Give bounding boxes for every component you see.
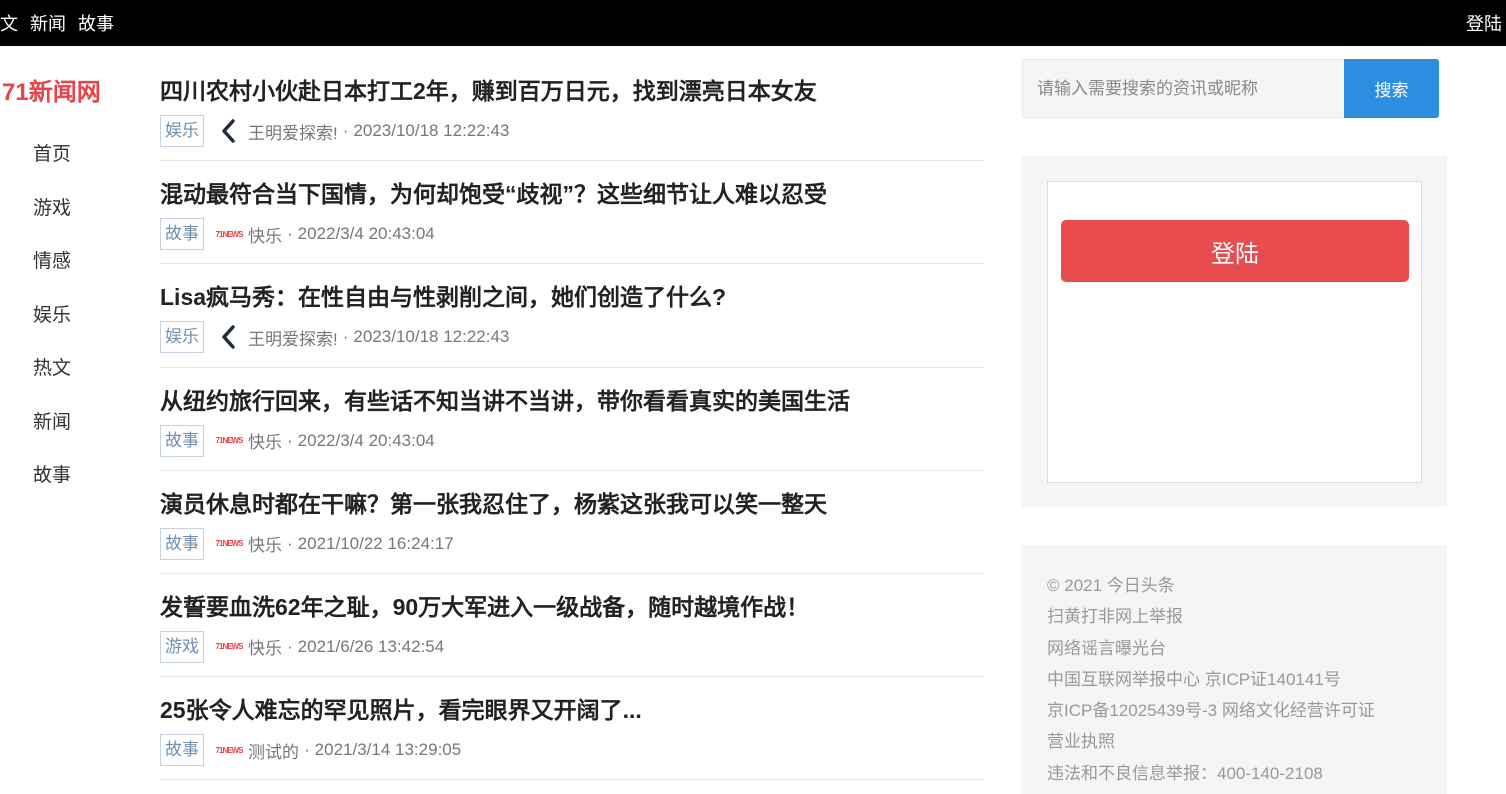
publish-time: 2021/6/26 13:42:54: [297, 636, 445, 656]
site-logo-icon[interactable]: 71NEWS: [216, 430, 244, 452]
chevron-left-icon[interactable]: [218, 119, 240, 143]
article-title[interactable]: 25张令人难忘的罕见照片，看完眼界又开阔了...: [160, 691, 642, 725]
footer-report-phone: 违法和不良信息举报：400-140-2108: [1047, 763, 1323, 783]
sidebar-item-entertainment[interactable]: 娱乐: [33, 300, 71, 354]
article-item: 25张令人难忘的罕见照片，看完眼界又开阔了... 故事 71NEWS 测试的 ·…: [160, 677, 985, 781]
article-meta: 故事 71NEWS 测试的 · 2021/3/14 13:29:05: [160, 734, 462, 767]
publish-time: 2023/10/18 12:22:43: [353, 121, 510, 140]
article-meta: 娱乐 王明爱探索! · 2023/10/18 12:22:43: [160, 115, 509, 147]
category-tag[interactable]: 娱乐: [160, 321, 204, 354]
sidebar-item-games[interactable]: 游戏: [33, 193, 71, 247]
publish-time: 2023/10/18 12:22:43: [353, 327, 510, 347]
category-tag[interactable]: 故事: [160, 734, 204, 767]
article-title[interactable]: 混动最符合当下国情，为何却饱受“歧视”？这些细节让人难以忍受: [160, 175, 827, 209]
article-feed: 四川农村小伙赴日本打工2年，赚到百万日元，找到漂亮日本女友 娱乐 王明爱探索! …: [160, 58, 985, 781]
meta-separator: ·: [342, 121, 349, 140]
site-logo-icon[interactable]: 71NEWS: [216, 636, 244, 658]
footer-link-icp[interactable]: 中国互联网举报中心 京ICP证140141号: [1047, 665, 1422, 696]
article-item: Lisa疯马秀：在性自由与性剥削之间，她们创造了什么? 娱乐 王明爱探索! · …: [160, 264, 985, 368]
site-logo-icon[interactable]: 71NEWS: [216, 739, 244, 761]
search-bar: 搜索: [1022, 59, 1439, 118]
publish-time: 2022/3/4 20:43:04: [297, 430, 435, 450]
article-title[interactable]: 从纽约旅行回来，有些话不知当讲不当讲，带你看看真实的美国生活: [160, 382, 850, 416]
article-title[interactable]: 演员休息时都在干嘛？第一张我忍住了，杨紫这张我可以笑一整天: [160, 485, 827, 519]
login-panel: 登陆: [1022, 156, 1447, 507]
top-login-link[interactable]: 登陆: [1466, 10, 1502, 36]
search-button[interactable]: 搜索: [1344, 59, 1439, 118]
article-title[interactable]: 发誓要血洗62年之耻，90万大军进入一级战备，随时越境作战！: [160, 588, 809, 622]
article-item: 演员休息时都在干嘛？第一张我忍住了，杨紫这张我可以笑一整天 故事 71NEWS …: [160, 471, 985, 574]
top-bar: 文 新闻 故事 登陆: [0, 0, 1506, 46]
sidebar-item-emotion[interactable]: 情感: [33, 246, 71, 300]
article-title[interactable]: Lisa疯马秀：在性自由与性剥削之间，她们创造了什么?: [160, 278, 726, 312]
author-name[interactable]: 测试的: [248, 738, 299, 763]
sidebar-item-news[interactable]: 新闻: [33, 407, 71, 461]
author-name[interactable]: 快乐: [248, 428, 282, 453]
site-logo-icon[interactable]: 71NEWS: [216, 223, 244, 245]
top-nav-item-stories[interactable]: 故事: [78, 10, 114, 36]
publish-time: 2022/3/4 20:43:04: [297, 224, 435, 244]
login-card: 登陆: [1047, 181, 1422, 483]
chevron-left-icon[interactable]: [218, 325, 240, 350]
footer-link-report-porn[interactable]: 扫黄打非网上举报: [1047, 602, 1422, 633]
article-meta: 故事 71NEWS 快乐 · 2021/10/22 16:24:17: [160, 527, 454, 560]
footer-link-rumor[interactable]: 网络谣言曝光台: [1047, 634, 1422, 665]
category-tag[interactable]: 游戏: [160, 630, 204, 663]
author-name[interactable]: 王明爱探索!: [248, 119, 338, 144]
meta-separator: ·: [287, 533, 293, 553]
category-tag[interactable]: 故事: [160, 527, 204, 560]
login-button[interactable]: 登陆: [1061, 220, 1409, 282]
meta-separator: ·: [342, 327, 349, 347]
author-name[interactable]: 快乐: [248, 634, 282, 659]
site-logo-icon[interactable]: 71NEWS: [216, 533, 244, 555]
article-meta: 娱乐 王明爱探索! · 2023/10/18 12:22:43: [160, 321, 510, 354]
category-tag[interactable]: 故事: [160, 218, 204, 251]
site-logo[interactable]: 71新闻网: [2, 72, 101, 107]
meta-separator: ·: [287, 430, 293, 450]
article-meta: 故事 71NEWS 快乐 · 2022/3/4 20:43:04: [160, 424, 435, 457]
article-meta: 游戏 71NEWS 快乐 · 2021/6/26 13:42:54: [160, 630, 445, 663]
sidebar-item-stories[interactable]: 故事: [33, 460, 71, 514]
top-nav: 文 新闻 故事: [0, 10, 114, 36]
sidebar-item-hot[interactable]: 热文: [33, 353, 71, 407]
meta-separator: ·: [287, 224, 293, 244]
article-item: 四川农村小伙赴日本打工2年，赚到百万日元，找到漂亮日本女友 娱乐 王明爱探索! …: [160, 58, 985, 162]
sidebar-item-home[interactable]: 首页: [33, 139, 71, 193]
sidebar-nav: 首页 游戏 情感 娱乐 热文 新闻 故事: [33, 139, 71, 514]
meta-separator: ·: [287, 636, 293, 656]
footer-panel: © 2021 今日头条 扫黄打非网上举报 网络谣言曝光台 中国互联网举报中心 京…: [1022, 545, 1447, 794]
author-name[interactable]: 王明爱探索!: [248, 325, 338, 350]
article-meta: 故事 71NEWS 快乐 · 2022/3/4 20:43:04: [160, 218, 435, 251]
search-input[interactable]: [1022, 59, 1344, 118]
article-title[interactable]: 四川农村小伙赴日本打工2年，赚到百万日元，找到漂亮日本女友: [160, 72, 817, 106]
author-name[interactable]: 快乐: [248, 222, 282, 247]
publish-time: 2021/10/22 16:24:17: [297, 533, 454, 553]
footer-link-license[interactable]: 京ICP备12025439号-3 网络文化经营许可证: [1047, 696, 1422, 727]
top-nav-item-news[interactable]: 新闻: [30, 10, 66, 36]
article-item: 发誓要血洗62年之耻，90万大军进入一级战备，随时越境作战！ 游戏 71NEWS…: [160, 574, 985, 678]
top-nav-item-wen[interactable]: 文: [0, 10, 18, 36]
meta-separator: ·: [304, 740, 310, 760]
article-item: 混动最符合当下国情，为何却饱受“歧视”？这些细节让人难以忍受 故事 71NEWS…: [160, 161, 985, 265]
publish-time: 2021/3/14 13:29:05: [314, 740, 462, 760]
author-name[interactable]: 快乐: [248, 531, 282, 556]
footer-link-business-license[interactable]: 营业执照: [1047, 727, 1422, 758]
footer-copyright: © 2021 今日头条: [1047, 576, 1175, 595]
category-tag[interactable]: 娱乐: [160, 115, 204, 147]
article-item: 从纽约旅行回来，有些话不知当讲不当讲，带你看看真实的美国生活 故事 71NEWS…: [160, 368, 985, 471]
category-tag[interactable]: 故事: [160, 424, 204, 457]
